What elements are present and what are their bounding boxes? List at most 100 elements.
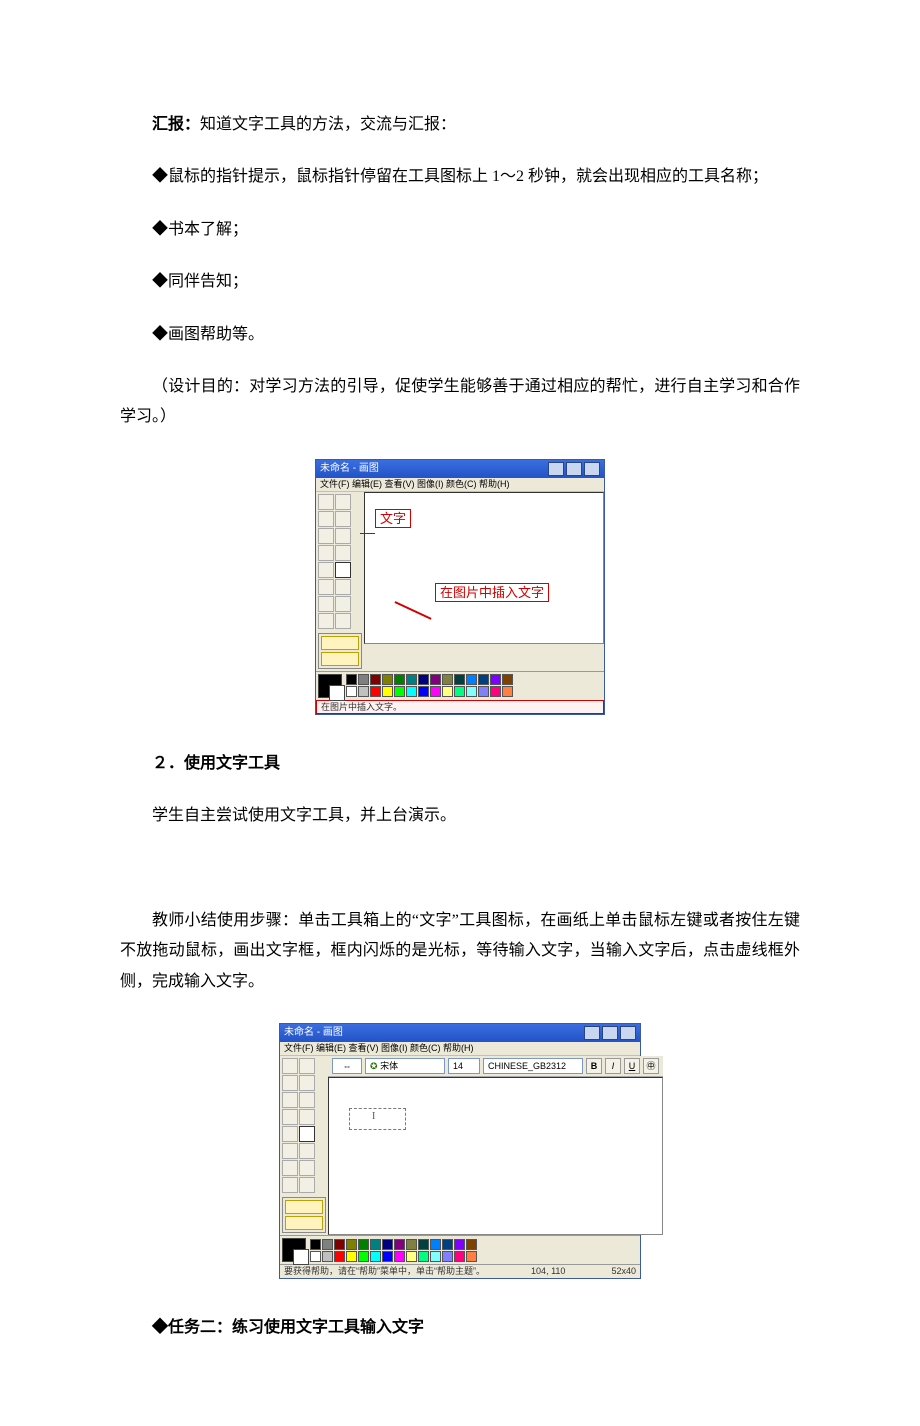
current-colors-2[interactable]	[282, 1238, 306, 1262]
color-swatch[interactable]	[394, 674, 405, 685]
tool-fill-icon[interactable]	[299, 1075, 315, 1091]
font-name-dropdown[interactable]: ✪ 宋体	[365, 1058, 445, 1074]
tool-rect-select-icon[interactable]	[299, 1058, 315, 1074]
tool-picker-icon[interactable]	[282, 1092, 298, 1108]
color-swatch[interactable]	[406, 1251, 417, 1262]
close-icon[interactable]	[620, 1026, 636, 1040]
color-swatch[interactable]	[466, 1251, 477, 1262]
tool-rounded-rect-icon[interactable]	[299, 1177, 315, 1193]
color-swatch[interactable]	[358, 674, 369, 685]
color-swatch[interactable]	[334, 1239, 345, 1250]
color-swatch[interactable]	[466, 686, 477, 697]
menubar[interactable]: 文件(F) 编辑(E) 查看(V) 图像(I) 颜色(C) 帮助(H)	[316, 478, 604, 492]
opt-opaque-icon[interactable]	[321, 636, 359, 650]
color-swatch[interactable]	[310, 1239, 321, 1250]
tool-rounded-rect-icon[interactable]	[335, 613, 351, 629]
color-swatch[interactable]	[358, 686, 369, 697]
tool-curve-icon[interactable]	[335, 579, 351, 595]
color-swatch[interactable]	[322, 1239, 333, 1250]
canvas-2[interactable]	[328, 1077, 663, 1235]
text-input-box[interactable]	[349, 1108, 406, 1130]
toolbox[interactable]	[316, 492, 358, 631]
color-swatch[interactable]	[418, 1251, 429, 1262]
tool-text-icon[interactable]	[299, 1126, 315, 1142]
maximize-icon[interactable]	[566, 462, 582, 476]
tool-options[interactable]	[318, 633, 362, 669]
color-swatch[interactable]	[322, 1251, 333, 1262]
font-script-dropdown[interactable]: CHINESE_GB2312	[483, 1058, 583, 1074]
color-swatch[interactable]	[502, 686, 513, 697]
tool-rectangle-icon[interactable]	[282, 1160, 298, 1176]
tool-brush-icon[interactable]	[335, 545, 351, 561]
tool-freeform-select-icon[interactable]	[318, 494, 334, 510]
color-swatch[interactable]	[502, 674, 513, 685]
tool-magnify-icon[interactable]	[299, 1092, 315, 1108]
tool-picker-icon[interactable]	[318, 528, 334, 544]
menubar-2[interactable]: 文件(F) 编辑(E) 查看(V) 图像(I) 颜色(C) 帮助(H)	[280, 1042, 640, 1056]
color-swatch[interactable]	[442, 1239, 453, 1250]
color-swatch[interactable]	[466, 674, 477, 685]
color-grid[interactable]	[346, 674, 513, 697]
tool-options-2[interactable]	[282, 1197, 326, 1233]
color-palette-2[interactable]	[280, 1235, 640, 1264]
minimize-icon[interactable]	[584, 1026, 600, 1040]
tool-freeform-select-icon[interactable]	[282, 1058, 298, 1074]
color-swatch[interactable]	[406, 686, 417, 697]
tool-fill-icon[interactable]	[335, 511, 351, 527]
opt-transparent-icon[interactable]	[285, 1216, 323, 1230]
color-swatch[interactable]	[478, 686, 489, 697]
minimize-icon[interactable]	[548, 462, 564, 476]
color-swatch[interactable]	[382, 1251, 393, 1262]
italic-button[interactable]: I	[605, 1058, 621, 1074]
font-toolbar[interactable]: ⇔ ✪ 宋体 14 CHINESE_GB2312 B I U ㊥	[328, 1056, 663, 1077]
color-swatch[interactable]	[478, 674, 489, 685]
color-swatch[interactable]	[406, 1239, 417, 1250]
color-swatch[interactable]	[454, 686, 465, 697]
color-swatch[interactable]	[358, 1251, 369, 1262]
color-swatch[interactable]	[334, 1251, 345, 1262]
tool-rect-select-icon[interactable]	[335, 494, 351, 510]
color-swatch[interactable]	[358, 1239, 369, 1250]
bold-button[interactable]: B	[586, 1058, 602, 1074]
window-controls-2[interactable]	[584, 1026, 636, 1040]
color-swatch[interactable]	[370, 1239, 381, 1250]
color-swatch[interactable]	[418, 686, 429, 697]
ime-button[interactable]: ㊥	[643, 1058, 659, 1074]
tool-brush-icon[interactable]	[299, 1109, 315, 1125]
color-swatch[interactable]	[346, 674, 357, 685]
color-palette[interactable]	[316, 671, 604, 700]
tool-ellipse-icon[interactable]	[318, 613, 334, 629]
color-swatch[interactable]	[418, 1239, 429, 1250]
color-swatch[interactable]	[394, 1251, 405, 1262]
tool-ellipse-icon[interactable]	[282, 1177, 298, 1193]
tool-polygon-icon[interactable]	[299, 1160, 315, 1176]
color-swatch[interactable]	[370, 686, 381, 697]
color-swatch[interactable]	[346, 1251, 357, 1262]
tool-eraser-icon[interactable]	[282, 1075, 298, 1091]
color-swatch[interactable]	[430, 686, 441, 697]
opt-transparent-icon[interactable]	[321, 652, 359, 666]
tool-eraser-icon[interactable]	[318, 511, 334, 527]
font-size-dropdown[interactable]: 14	[448, 1058, 480, 1074]
color-swatch[interactable]	[490, 674, 501, 685]
color-swatch[interactable]	[346, 1239, 357, 1250]
color-swatch[interactable]	[454, 1251, 465, 1262]
tool-rectangle-icon[interactable]	[318, 596, 334, 612]
color-swatch[interactable]	[370, 1251, 381, 1262]
toolbar-move-icon[interactable]: ⇔	[332, 1058, 362, 1074]
color-swatch[interactable]	[454, 1239, 465, 1250]
underline-button[interactable]: U	[624, 1058, 640, 1074]
color-swatch[interactable]	[310, 1251, 321, 1262]
opt-opaque-icon[interactable]	[285, 1200, 323, 1214]
color-swatch[interactable]	[454, 674, 465, 685]
tool-pencil-icon[interactable]	[318, 545, 334, 561]
color-swatch[interactable]	[406, 674, 417, 685]
tool-pencil-icon[interactable]	[282, 1109, 298, 1125]
color-swatch[interactable]	[442, 686, 453, 697]
window-controls[interactable]	[548, 462, 600, 476]
tool-airbrush-icon[interactable]	[318, 562, 334, 578]
color-swatch[interactable]	[370, 674, 381, 685]
color-grid-2[interactable]	[310, 1239, 477, 1262]
canvas[interactable]: 文字 在图片中插入文字	[364, 492, 604, 644]
tool-curve-icon[interactable]	[299, 1143, 315, 1159]
